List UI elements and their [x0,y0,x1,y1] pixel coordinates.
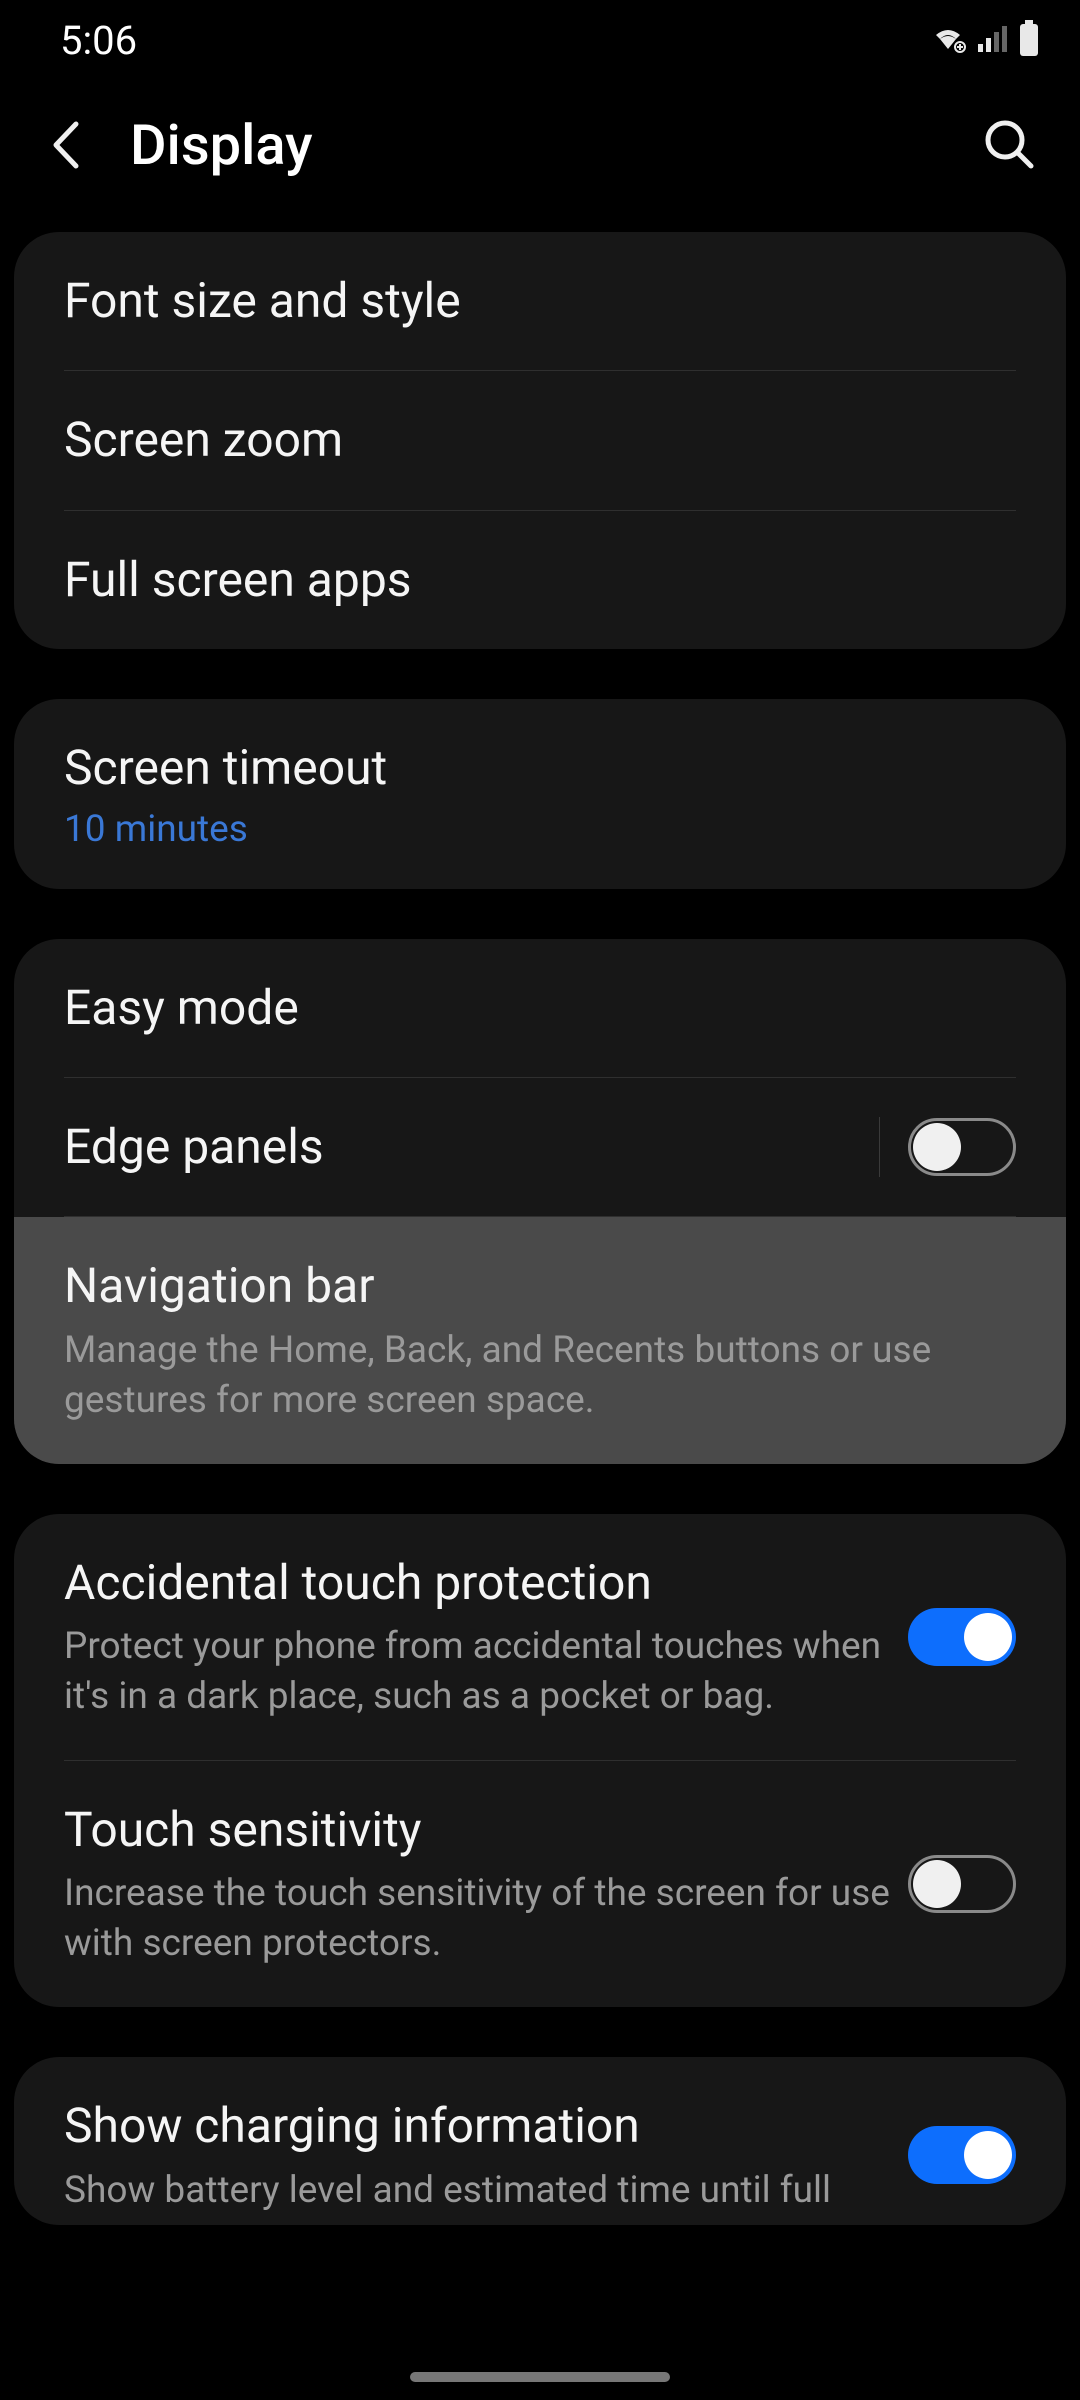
row-description: Manage the Home, Back, and Recents butto… [64,1326,1016,1426]
status-time: 5:06 [60,17,137,64]
row-title: Show charging information [64,2095,908,2157]
signal-icon [976,24,1008,56]
row-title: Touch sensitivity [64,1799,908,1861]
wifi-icon [930,23,966,57]
settings-group-4: Accidental touch protection Protect your… [14,1514,1066,2008]
row-easy-mode[interactable]: Easy mode [14,939,1066,1077]
row-font-size-and-style[interactable]: Font size and style [14,232,1066,370]
back-button[interactable] [40,120,90,170]
gesture-handle[interactable] [410,2372,670,2382]
header: Display [0,80,1080,210]
row-screen-zoom[interactable]: Screen zoom [14,371,1066,509]
search-button[interactable] [980,115,1040,175]
battery-icon [1018,20,1040,60]
page-title: Display [130,112,940,178]
row-edge-panels[interactable]: Edge panels [14,1078,1066,1216]
row-title: Font size and style [64,270,1016,332]
row-title: Accidental touch protection [64,1552,908,1614]
row-full-screen-apps[interactable]: Full screen apps [14,511,1066,649]
toggle-edge-panels[interactable] [908,1118,1016,1176]
row-description: Increase the touch sensitivity of the sc… [64,1869,908,1969]
toggle-accidental-touch[interactable] [908,1608,1016,1666]
row-title: Easy mode [64,977,1016,1039]
settings-content: Font size and style Screen zoom Full scr… [0,210,1080,2225]
row-value: 10 minutes [64,808,1016,851]
row-show-charging-information[interactable]: Show charging information Show battery l… [14,2057,1066,2225]
settings-group-5: Show charging information Show battery l… [14,2057,1066,2225]
row-title: Edge panels [64,1116,879,1178]
row-touch-sensitivity[interactable]: Touch sensitivity Increase the touch sen… [14,1761,1066,2007]
row-screen-timeout[interactable]: Screen timeout 10 minutes [14,699,1066,888]
toggle-charging-info[interactable] [908,2126,1016,2184]
row-description: Show battery level and estimated time un… [64,2166,908,2216]
settings-group-1: Font size and style Screen zoom Full scr… [14,232,1066,649]
search-icon [983,118,1037,172]
status-bar: 5:06 [0,0,1080,80]
settings-group-3: Easy mode Edge panels Navigation bar Man… [14,939,1066,1464]
row-title: Screen zoom [64,409,1016,471]
toggle-separator [879,1117,880,1177]
row-title: Full screen apps [64,549,1016,611]
row-title: Navigation bar [64,1255,1016,1317]
row-title: Screen timeout [64,737,1016,799]
settings-group-2: Screen timeout 10 minutes [14,699,1066,888]
chevron-left-icon [48,118,82,172]
row-accidental-touch-protection[interactable]: Accidental touch protection Protect your… [14,1514,1066,1760]
toggle-touch-sensitivity[interactable] [908,1855,1016,1913]
status-icons [930,20,1040,60]
row-navigation-bar[interactable]: Navigation bar Manage the Home, Back, an… [14,1217,1066,1463]
row-description: Protect your phone from accidental touch… [64,1622,908,1722]
